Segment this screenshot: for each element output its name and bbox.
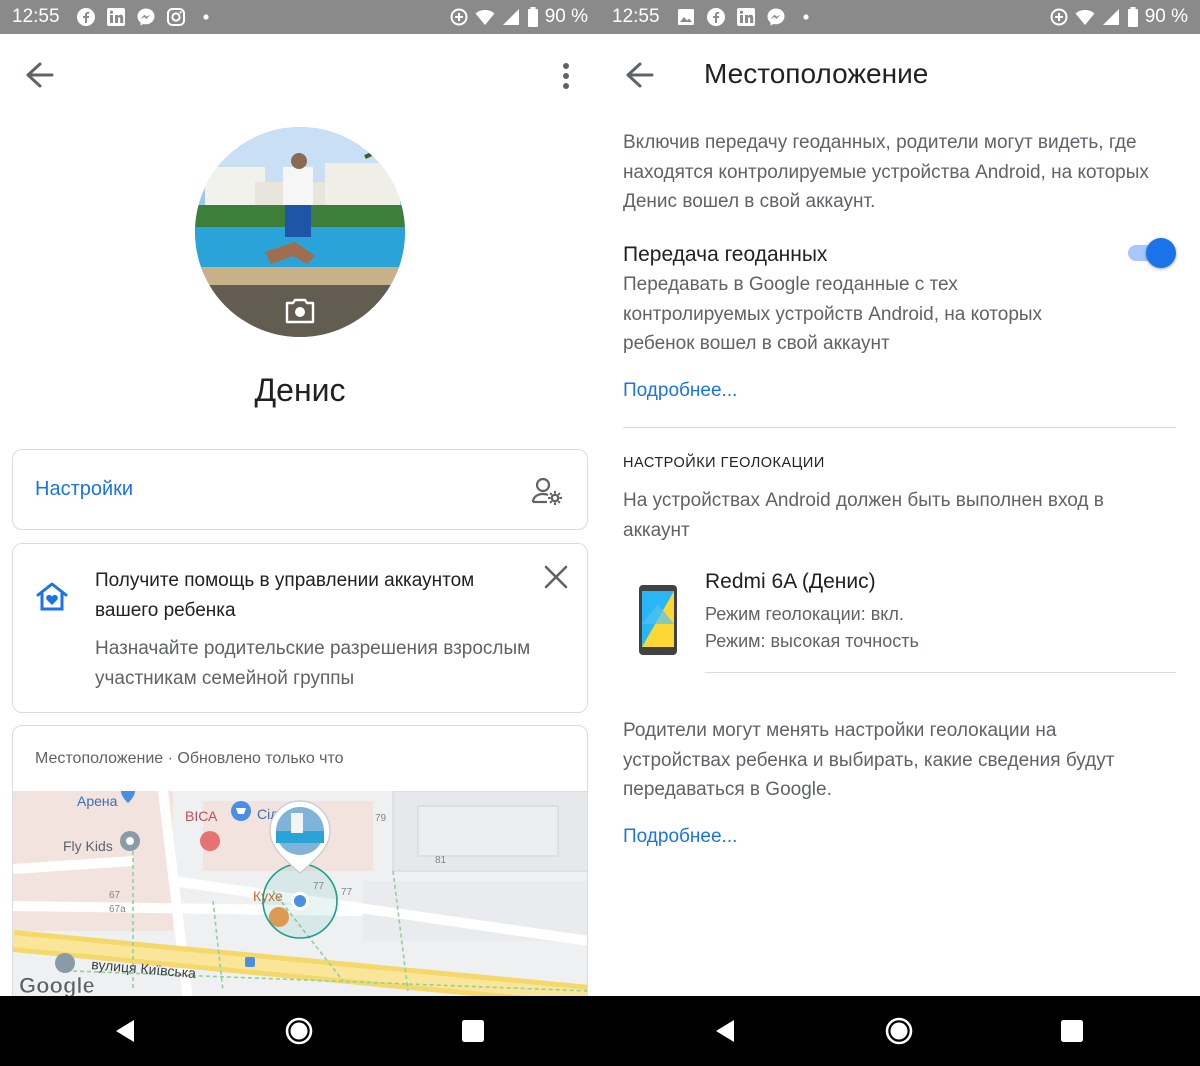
messenger-icon — [767, 8, 785, 26]
back-arrow-icon[interactable] — [622, 58, 660, 92]
instagram-icon — [167, 8, 185, 26]
family-help-card: Получите помощь в управлении аккаунтом в… — [12, 543, 588, 713]
recents-square-icon[interactable] — [456, 1014, 490, 1048]
map-label-79: 79 — [375, 813, 387, 824]
messenger-icon — [137, 8, 155, 26]
location-settings-screen: 12:55 90 % Местоположение Включив переда… — [600, 0, 1200, 996]
help-card-title: Получите помощь в управлении аккаунтом в… — [95, 570, 475, 621]
battery-icon — [527, 7, 538, 27]
device-accuracy-mode: Режим: высокая точность — [705, 631, 919, 651]
section-divider — [623, 427, 1176, 428]
manage-accounts-icon — [531, 477, 562, 505]
smartphone-icon — [639, 585, 677, 655]
battery-percent: 90 % — [544, 6, 588, 27]
map-label-67: 67 — [109, 890, 121, 901]
location-map[interactable]: Арена ВІСА Сіль Fly Kids 79 81 77 77 67 … — [13, 791, 588, 996]
cell-signal-icon — [1102, 9, 1119, 25]
page-title: Местоположение — [704, 58, 929, 89]
location-updated-header: Местоположение · Обновлено только что — [35, 750, 344, 767]
wifi-icon — [1075, 10, 1095, 25]
location-sharing-toggle[interactable] — [1126, 238, 1176, 268]
location-intro-text: Включив передачу геоданных, родители мог… — [623, 132, 1149, 212]
facebook-icon — [707, 8, 725, 26]
device-item[interactable]: Redmi 6A (Денис) Режим геолокации: вкл. … — [600, 568, 1200, 668]
toggle-thumb — [1146, 238, 1176, 268]
change-photo-overlay[interactable] — [195, 285, 405, 337]
bus-stop-pin-icon — [55, 953, 75, 973]
map-label-81: 81 — [435, 855, 447, 866]
help-card-body: Назначайте родительские разрешения взрос… — [95, 638, 531, 689]
status-bar: 12:55 90 % — [600, 0, 1200, 34]
more-vert-icon[interactable] — [548, 60, 584, 94]
map-label-77b: 77 — [341, 887, 353, 898]
data-saver-icon — [450, 8, 468, 26]
settings-card[interactable]: Настройки — [12, 449, 588, 530]
location-map-card[interactable]: Местоположение · Обновлено только что Ар… — [12, 725, 588, 996]
status-bar: 12:55 90 % — [0, 0, 600, 34]
cell-signal-icon — [502, 9, 519, 25]
profile-name: Денис — [254, 372, 346, 408]
learn-more-link-1[interactable]: Подробнее... — [623, 380, 737, 402]
child-profile-screen: 12:55 90 % Денис Настройки Получите помо… — [0, 0, 600, 996]
navigation-bar — [0, 996, 1200, 1066]
more-notifications-dot-icon — [803, 14, 809, 20]
data-saver-icon — [1050, 8, 1068, 26]
shop-pin-icon — [200, 831, 220, 851]
status-time: 12:55 — [612, 6, 660, 27]
home-circle-icon[interactable] — [882, 1014, 916, 1048]
google-logo: Google — [19, 973, 95, 996]
current-location-dot — [294, 895, 306, 907]
linkedin-icon — [737, 8, 755, 26]
geolocation-settings-header: НАСТРОЙКИ ГЕОЛОКАЦИИ — [623, 455, 825, 471]
image-icon — [678, 9, 694, 25]
map-label-67a: 67а — [109, 904, 126, 915]
settings-label: Настройки — [35, 478, 134, 500]
status-time: 12:55 — [12, 6, 60, 27]
system-icons: 90 % — [1049, 6, 1188, 28]
device-divider — [705, 672, 1176, 673]
battery-percent: 90 % — [1144, 6, 1188, 27]
linkedin-icon — [107, 8, 125, 26]
more-notifications-dot-icon — [203, 14, 209, 20]
back-triangle-icon[interactable] — [708, 1014, 742, 1048]
recents-square-icon[interactable] — [1055, 1014, 1089, 1048]
system-icons: 90 % — [449, 6, 588, 28]
back-arrow-icon[interactable] — [22, 58, 60, 92]
map-label-vesa: ВІСА — [185, 808, 218, 824]
parents-note-text: Родители могут менять настройки геолокац… — [623, 720, 1115, 800]
wifi-icon — [475, 10, 495, 25]
facebook-icon — [77, 8, 95, 26]
learn-more-link-2[interactable]: Подробнее... — [623, 826, 737, 848]
family-home-heart-icon — [36, 582, 68, 611]
device-name: Redmi 6A (Денис) — [705, 570, 876, 593]
profile-avatar[interactable] — [195, 127, 405, 337]
close-icon[interactable] — [543, 564, 569, 590]
device-geo-mode: Режим геолокации: вкл. — [705, 604, 904, 624]
battery-icon — [1127, 7, 1138, 27]
camera-icon — [285, 298, 315, 324]
back-triangle-icon[interactable] — [108, 1014, 142, 1048]
map-label-fly-kids: Fly Kids — [63, 838, 113, 854]
map-label-arena: Арена — [77, 793, 118, 809]
notification-icons — [76, 7, 216, 27]
home-circle-icon[interactable] — [282, 1014, 316, 1048]
location-sharing-title: Передача геоданных — [623, 243, 828, 266]
notification-icons — [676, 7, 816, 27]
transit-icon — [245, 957, 255, 967]
geolocation-settings-description: На устройствах Android должен быть выпол… — [623, 490, 1104, 541]
location-sharing-description: Передавать в Google геоданные с тех конт… — [623, 274, 1043, 354]
